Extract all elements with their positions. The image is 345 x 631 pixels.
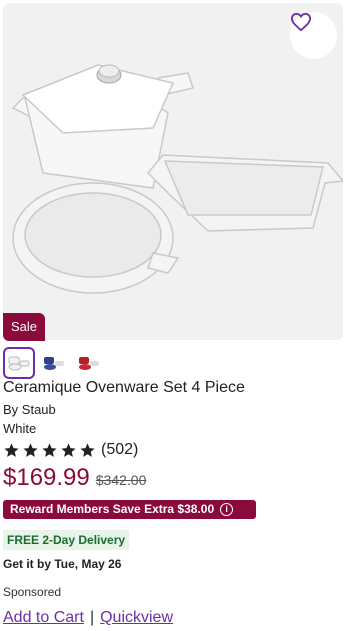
white-swatch-icon (8, 356, 30, 371)
heart-icon (290, 12, 312, 32)
favorite-button[interactable] (290, 12, 337, 59)
current-price: $169.99 (3, 464, 90, 491)
swatch-blue[interactable] (38, 347, 70, 379)
star-icon (4, 442, 19, 457)
price-row: $169.99 $342.00 (3, 464, 146, 492)
product-image[interactable] (3, 3, 343, 340)
rating[interactable]: (502) (3, 439, 138, 461)
reward-text: Reward Members Save Extra $38.00 (10, 502, 215, 516)
star-icon (80, 442, 95, 457)
blue-swatch-icon (44, 357, 64, 370)
delivery-badge: FREE 2-Day Delivery (3, 530, 130, 550)
red-swatch-icon (79, 357, 99, 370)
product-brand: By Staub (3, 402, 56, 417)
star-icon (61, 442, 76, 457)
review-count: (502) (101, 441, 139, 458)
star-icon (42, 442, 57, 457)
product-color: White (3, 421, 37, 436)
sale-badge: Sale (3, 313, 46, 341)
color-swatches (3, 347, 105, 379)
product-card: Sale Ceramique Ovenware Set 4 Piece By S… (0, 0, 345, 631)
swatch-white[interactable] (3, 347, 35, 379)
sponsored-label: Sponsored (3, 585, 62, 599)
star-icon (23, 442, 38, 457)
action-separator: | (89, 609, 95, 626)
add-to-cart-link[interactable]: Add to Cart (3, 609, 84, 627)
product-title[interactable]: Ceramique Ovenware Set 4 Piece (3, 379, 245, 397)
card-actions: Add to Cart | Quickview (3, 609, 173, 627)
original-price: $342.00 (95, 472, 147, 488)
delivery-date: Get it by Tue, May 26 (3, 557, 122, 571)
info-icon[interactable]: i (220, 503, 234, 516)
swatch-red[interactable] (73, 347, 105, 379)
quickview-link[interactable]: Quickview (100, 609, 173, 627)
reward-banner: Reward Members Save Extra $38.00 i (3, 500, 256, 519)
ovenware-illustration (11, 64, 343, 294)
